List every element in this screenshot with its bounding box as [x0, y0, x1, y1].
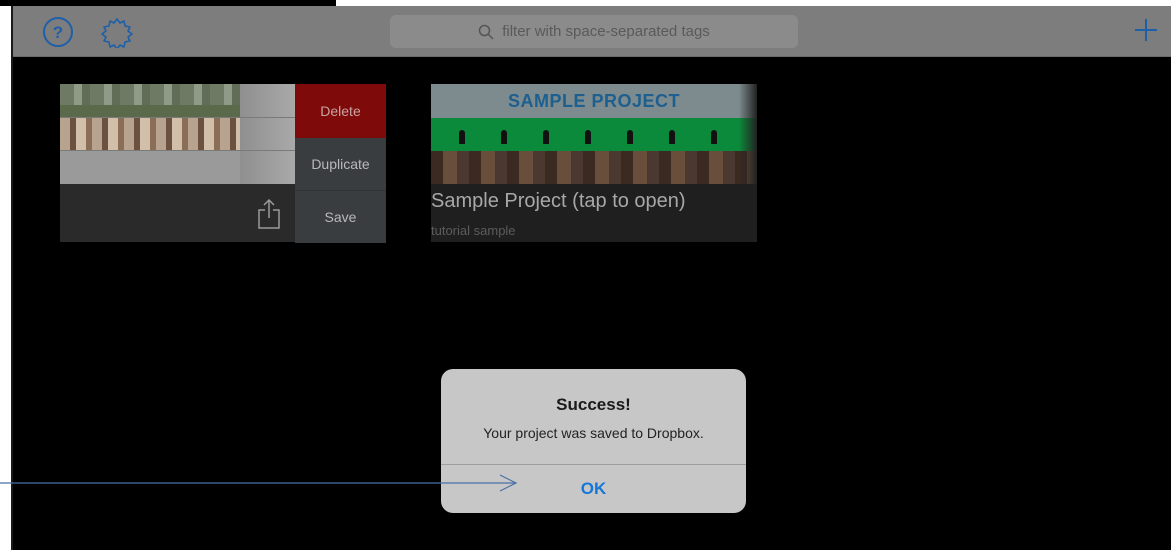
search-placeholder: filter with space-separated tags: [502, 23, 710, 40]
svg-text:?: ?: [53, 23, 63, 42]
search-icon: [478, 24, 494, 40]
ok-button[interactable]: OK: [441, 465, 746, 513]
project-card-1[interactable]: Delete Duplicate Save: [60, 84, 386, 243]
thumbnail-fade: [240, 84, 295, 184]
delete-button[interactable]: Delete: [295, 84, 386, 138]
figure: [627, 130, 633, 144]
video-track-strip: [60, 117, 240, 150]
video-track-strip: [60, 84, 240, 117]
alert-message: Your project was saved to Dropbox.: [483, 425, 704, 441]
project-thumbnail: [60, 84, 295, 184]
project-card-2[interactable]: SAMPLE PROJECT Sample Project (tap to op…: [431, 84, 757, 242]
divider: [60, 150, 295, 151]
share-icon[interactable]: [256, 198, 282, 230]
project-tag: tutorial sample: [431, 223, 516, 238]
figure: [543, 130, 549, 144]
search-bar[interactable]: filter with space-separated tags: [390, 15, 798, 48]
duplicate-button[interactable]: Duplicate: [295, 138, 386, 190]
gear-icon[interactable]: [101, 16, 133, 48]
success-alert: Success! Your project was saved to Dropb…: [441, 369, 746, 513]
navigation-bar: ? filter with space-separated tags: [11, 6, 1171, 57]
figure: [711, 130, 717, 144]
left-edge: [11, 6, 13, 550]
thumbnail-fade: [739, 84, 757, 184]
app-window: ? filter with space-separated tags Delet…: [11, 6, 1171, 550]
plus-icon[interactable]: [1131, 15, 1161, 45]
divider: [60, 117, 295, 118]
save-button[interactable]: Save: [295, 190, 386, 243]
green-track: [431, 118, 757, 151]
help-icon[interactable]: ?: [42, 16, 74, 48]
project-name: Sample Project (tap to open): [431, 190, 686, 212]
figure: [501, 130, 507, 144]
swipe-actions: Delete Duplicate Save: [295, 84, 386, 243]
film-track: [431, 151, 757, 184]
alert-title: Success!: [556, 395, 631, 414]
figure: [585, 130, 591, 144]
figure: [669, 130, 675, 144]
figure: [459, 130, 465, 144]
thumbnail-title: SAMPLE PROJECT: [507, 91, 681, 111]
